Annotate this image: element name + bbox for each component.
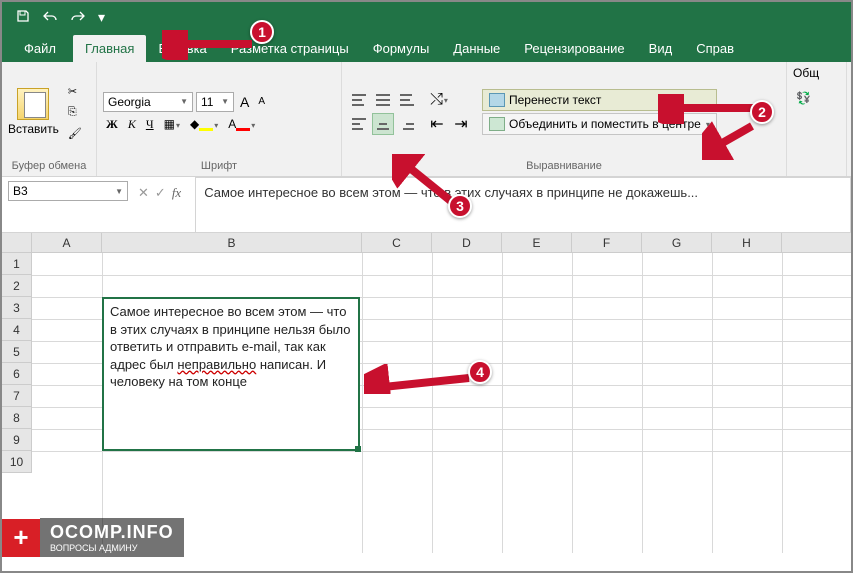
tab-formulas[interactable]: Формулы [361, 35, 442, 62]
name-box[interactable]: B3▼ [8, 181, 128, 201]
copy-icon[interactable]: ⎘ [66, 104, 84, 121]
row-header[interactable]: 10 [2, 451, 32, 473]
select-all-corner[interactable] [2, 233, 32, 252]
col-header-F[interactable]: F [572, 233, 642, 252]
ribbon-tabs: Файл Главная Вставка Разметка страницы Ф… [2, 32, 851, 62]
borders-icon[interactable]: ▦▾ [161, 116, 183, 132]
paste-button[interactable]: Вставить [8, 122, 59, 136]
tab-view[interactable]: Вид [637, 35, 685, 62]
paste-icon[interactable] [17, 88, 49, 120]
cancel-formula-icon[interactable]: ✕ [138, 185, 149, 201]
row-header[interactable]: 6 [2, 363, 32, 385]
undo-icon[interactable] [36, 7, 64, 27]
col-header-C[interactable]: C [362, 233, 432, 252]
row-header[interactable]: 9 [2, 429, 32, 451]
number-format-combo[interactable]: Общ [793, 66, 819, 80]
col-header-E[interactable]: E [502, 233, 572, 252]
row-header[interactable]: 2 [2, 275, 32, 297]
row-header[interactable]: 4 [2, 319, 32, 341]
cell-text-misspell: неправильно [177, 357, 256, 372]
tab-home[interactable]: Главная [73, 35, 146, 62]
group-label-clipboard: Буфер обмена [8, 158, 90, 174]
orientation-icon[interactable]: ⤭▾ [426, 89, 452, 111]
enter-formula-icon[interactable]: ✓ [155, 185, 166, 201]
group-clipboard: Вставить ✂ ⎘ 🖌 Буфер обмена [2, 62, 97, 176]
group-label-font: Шрифт [103, 158, 335, 174]
callout-1: 1 [250, 20, 274, 44]
fx-icon[interactable]: fx [172, 185, 181, 201]
group-font: Georgia▼ 11▼ A A Ж К Ч ▦▾ ◆▾ A▾ Шрифт [97, 62, 342, 176]
bold-button[interactable]: Ж [103, 116, 121, 133]
col-header-B[interactable]: B [102, 233, 362, 252]
font-size-combo[interactable]: 11▼ [196, 92, 234, 112]
formula-bar[interactable]: Самое интересное во всем этом — что в эт… [195, 177, 851, 233]
merge-icon [489, 117, 505, 131]
underline-button[interactable]: Ч [143, 116, 157, 133]
align-center-icon[interactable] [372, 113, 394, 135]
qat-customize-icon[interactable]: ▾ [92, 7, 111, 28]
cut-icon[interactable]: ✂ [66, 83, 84, 100]
row-header[interactable]: 8 [2, 407, 32, 429]
font-name-combo[interactable]: Georgia▼ [103, 92, 193, 112]
row-header[interactable]: 1 [2, 253, 32, 275]
decrease-font-icon[interactable]: A [255, 95, 268, 108]
tab-help[interactable]: Справ [684, 35, 746, 62]
tab-review[interactable]: Рецензирование [512, 35, 636, 62]
save-icon[interactable] [10, 7, 36, 28]
increase-indent-icon[interactable]: ⇥ [450, 113, 472, 135]
format-painter-icon[interactable]: 🖌 [66, 125, 84, 142]
group-number: Общ 💱 [787, 62, 847, 176]
accounting-format-icon[interactable]: 💱 [793, 90, 814, 106]
redo-icon[interactable] [64, 7, 92, 27]
col-header-G[interactable]: G [642, 233, 712, 252]
callout-4: 4 [468, 360, 492, 384]
quick-access-toolbar: ▾ [2, 2, 851, 32]
col-header-A[interactable]: A [32, 233, 102, 252]
col-header-D[interactable]: D [432, 233, 502, 252]
active-cell[interactable]: Самое интересное во всем этом — что в эт… [102, 297, 360, 451]
align-middle-icon[interactable] [372, 89, 394, 111]
tab-file[interactable]: Файл [12, 35, 68, 62]
row-header[interactable]: 7 [2, 385, 32, 407]
watermark-logo: + OCOMP.INFOВОПРОСЫ АДМИНУ [2, 518, 184, 557]
fill-color-icon[interactable]: ◆▾ [187, 116, 221, 132]
align-top-icon[interactable] [348, 89, 370, 111]
col-header-H[interactable]: H [712, 233, 782, 252]
callout-3: 3 [448, 194, 472, 218]
row-header[interactable]: 5 [2, 341, 32, 363]
italic-button[interactable]: К [125, 116, 139, 133]
font-color-icon[interactable]: A▾ [225, 116, 258, 132]
fill-handle[interactable] [355, 446, 361, 452]
increase-font-icon[interactable]: A [237, 93, 252, 111]
row-header[interactable]: 3 [2, 297, 32, 319]
callout-2: 2 [750, 100, 774, 124]
align-bottom-icon[interactable] [396, 89, 418, 111]
align-right-icon[interactable] [396, 113, 418, 135]
align-left-icon[interactable] [348, 113, 370, 135]
wrap-text-icon [489, 93, 505, 107]
plus-icon: + [2, 519, 40, 557]
tab-data[interactable]: Данные [441, 35, 512, 62]
decrease-indent-icon[interactable]: ⇤ [426, 113, 448, 135]
